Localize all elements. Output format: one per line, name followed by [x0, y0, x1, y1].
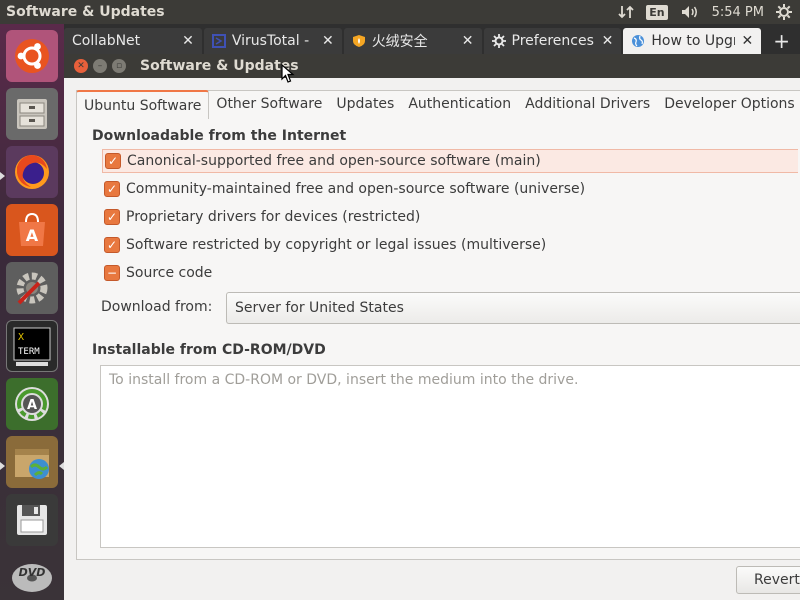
dialog-content: Ubuntu Software Other Software Updates A… [64, 78, 800, 600]
browser-tab-label: VirusTotal - [231, 33, 310, 49]
revert-button[interactable]: Revert [736, 566, 800, 594]
cdrom-source-list[interactable]: To install from a CD-ROM or DVD, insert … [100, 365, 800, 548]
volume-icon[interactable] [680, 4, 700, 20]
checkbox-label: Software restricted by copyright or lega… [126, 237, 547, 253]
checkbox-restricted[interactable]: ✓ [104, 209, 120, 225]
tab-developer-options[interactable]: Developer Options [657, 90, 800, 118]
firefox-icon[interactable] [6, 146, 58, 198]
close-icon[interactable]: ✕ [322, 33, 334, 49]
close-icon[interactable]: ✕ [462, 33, 474, 49]
indicator-area: En 5:54 PM [618, 4, 800, 20]
checkbox-label: Source code [126, 265, 213, 281]
close-icon[interactable]: ✕ [182, 33, 194, 49]
xterm-icon[interactable]: X TERM [6, 320, 58, 372]
checkbox-row-multiverse[interactable]: ✓ Software restricted by copyright or le… [104, 233, 800, 257]
browser-tab-label: Preferences [511, 33, 594, 49]
browser-tab-strip: CollabNet ✕ VirusTotal - ✕ 火绒安全 ✕ Prefer… [64, 24, 800, 54]
clock[interactable]: 5:54 PM [712, 5, 764, 20]
huorong-shield-favicon-icon [352, 34, 366, 48]
checkbox-multiverse[interactable]: ✓ [104, 237, 120, 253]
browser-tab-label: CollabNet [72, 33, 141, 49]
save-disk-icon[interactable] [6, 494, 58, 546]
window-title: Software & Updates [140, 58, 299, 74]
checkbox-label: Community-maintained free and open-sourc… [126, 181, 586, 197]
checkbox-row-universe[interactable]: ✓ Community-maintained free and open-sou… [104, 177, 800, 201]
download-server-combobox[interactable]: Server for United States [226, 292, 800, 324]
svg-text:X: X [18, 332, 24, 343]
browser-tab-label: How to Upgrade [651, 33, 735, 49]
browser-tab-huorong[interactable]: 火绒安全 ✕ [343, 28, 482, 54]
svg-text:DVD: DVD [19, 566, 46, 579]
tab-other-software[interactable]: Other Software [209, 90, 329, 118]
browser-tab-virustotal[interactable]: VirusTotal - ✕ [203, 28, 342, 54]
checkbox-universe[interactable]: ✓ [104, 181, 120, 197]
tab-additional-drivers[interactable]: Additional Drivers [518, 90, 657, 118]
launcher: A X TERM A DVD [0, 24, 64, 600]
system-settings-icon[interactable] [6, 262, 58, 314]
new-tab-button[interactable]: + [763, 28, 800, 54]
checkbox-row-restricted[interactable]: ✓ Proprietary drivers for devices (restr… [104, 205, 800, 229]
tab-authentication[interactable]: Authentication [401, 90, 518, 118]
ubuntu-dash-icon[interactable] [6, 30, 58, 82]
virustotal-favicon-icon [211, 34, 226, 48]
top-panel: Software & Updates En 5:54 PM [0, 0, 800, 24]
window-close-button[interactable]: ✕ [74, 59, 88, 73]
browser-tab-label: 火绒安全 [371, 34, 428, 50]
browser-tab-collabnet[interactable]: CollabNet ✕ [64, 28, 202, 54]
download-from-label: Download from: [101, 299, 213, 315]
svg-text:A: A [26, 226, 39, 245]
gear-icon [491, 34, 506, 48]
top-panel-title: Software & Updates [6, 4, 165, 20]
download-server-value: Server for United States [235, 300, 404, 316]
dvd-icon[interactable]: DVD [6, 552, 58, 600]
close-icon[interactable]: ✕ [602, 33, 614, 49]
checkbox-row-source-code[interactable]: − Source code [104, 261, 800, 285]
svg-text:A: A [27, 398, 37, 413]
cdrom-section-title: Installable from CD-ROM/DVD [92, 342, 326, 358]
globe-icon [631, 34, 645, 48]
window-minimize-button[interactable]: – [93, 59, 107, 73]
system-gear-icon[interactable] [776, 4, 792, 20]
downloadable-section-title: Downloadable from the Internet [92, 128, 347, 144]
software-center-icon[interactable]: A [6, 204, 58, 256]
svg-text:TERM: TERM [18, 347, 40, 357]
checkbox-main[interactable]: ✓ [105, 153, 121, 169]
window-titlebar[interactable]: ✕ – ▫ Software & Updates [64, 54, 800, 78]
checkbox-row-main[interactable]: ✓ Canonical-supported free and open-sour… [102, 149, 798, 173]
tab-bar: Ubuntu Software Other Software Updates A… [76, 90, 800, 119]
checkbox-label: Proprietary drivers for devices (restric… [126, 209, 421, 225]
browser-tab-preferences[interactable]: Preferences ✕ [483, 28, 622, 54]
checkbox-label: Canonical-supported free and open-source… [127, 153, 541, 169]
close-icon[interactable]: ✕ [741, 33, 753, 49]
software-updater-icon[interactable]: A [6, 378, 58, 430]
window-maximize-button[interactable]: ▫ [112, 59, 126, 73]
checkbox-source-code[interactable]: − [104, 265, 120, 281]
tab-ubuntu-software[interactable]: Ubuntu Software [76, 90, 210, 119]
network-updown-icon[interactable] [618, 4, 634, 20]
archive-icon[interactable] [6, 436, 58, 488]
files-icon[interactable] [6, 88, 58, 140]
keyboard-layout-indicator[interactable]: En [646, 4, 668, 20]
browser-tab-how-to-upgrade[interactable]: How to Upgrade ✕ [623, 28, 762, 54]
cdrom-placeholder-text: To install from a CD-ROM or DVD, insert … [109, 372, 579, 388]
tab-updates[interactable]: Updates [329, 90, 401, 118]
